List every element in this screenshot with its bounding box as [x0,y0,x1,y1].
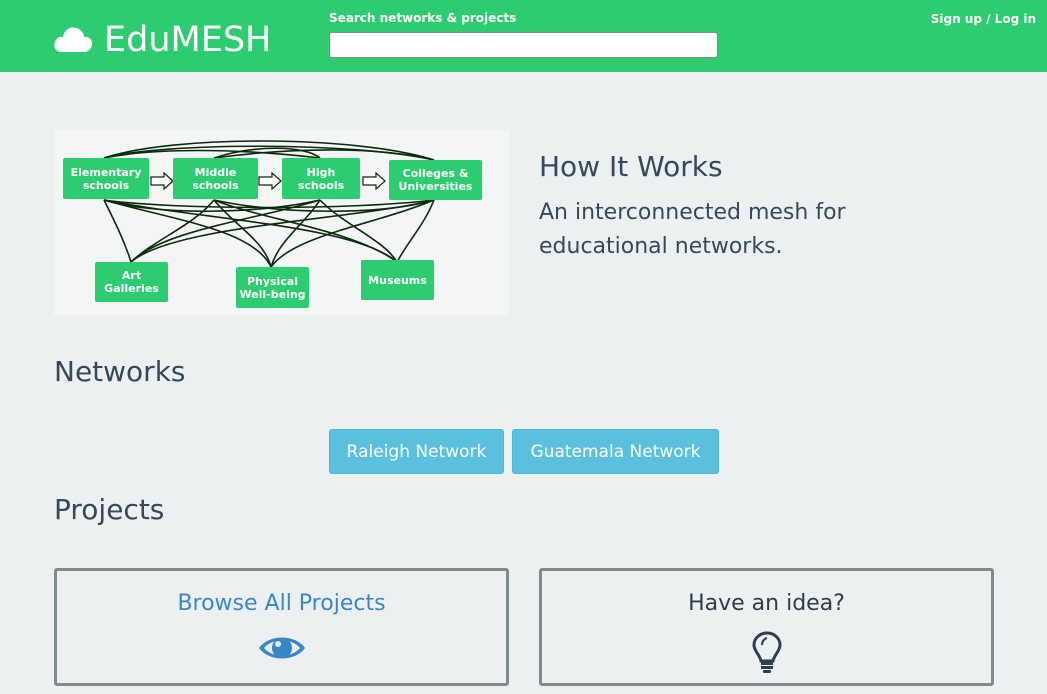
node-colleges-universities: Colleges & Universities [389,160,482,200]
node-museums: Museums [361,260,434,300]
signup-login-link[interactable]: Sign up / Log in [931,12,1036,26]
node-art-galleries: Art Galleries [95,262,168,302]
search-label: Search networks & projects [329,11,517,25]
node-high-schools: High schools [282,158,360,199]
have-idea-card[interactable]: Have an idea? [539,568,994,686]
networks-title: Networks [54,355,186,388]
lightbulb-icon [751,631,782,677]
brand-name: EduMESH [104,20,272,60]
search-input[interactable] [329,32,718,58]
eye-icon [257,631,307,669]
browse-projects-title: Browse All Projects [177,591,386,616]
have-idea-title: Have an idea? [688,591,845,616]
projects-title: Projects [54,493,165,526]
raleigh-network-button[interactable]: Raleigh Network [329,429,504,474]
how-it-works-title: How It Works [539,150,723,183]
node-middle-schools: Middle schools [173,158,258,199]
node-physical-wellbeing: Physical Well-being [236,267,309,308]
mesh-diagram: Elementary schools Middle schools High s… [54,130,509,315]
how-it-works-description: An interconnected mesh for educational n… [539,200,846,259]
top-navbar: EduMESH Search networks & projects Sign … [0,0,1047,72]
guatemala-network-button[interactable]: Guatemala Network [512,429,719,474]
browse-projects-card[interactable]: Browse All Projects [54,568,509,686]
cloud-icon [52,22,94,58]
brand-logo[interactable]: EduMESH [52,20,271,60]
node-elementary-schools: Elementary schools [63,158,149,199]
